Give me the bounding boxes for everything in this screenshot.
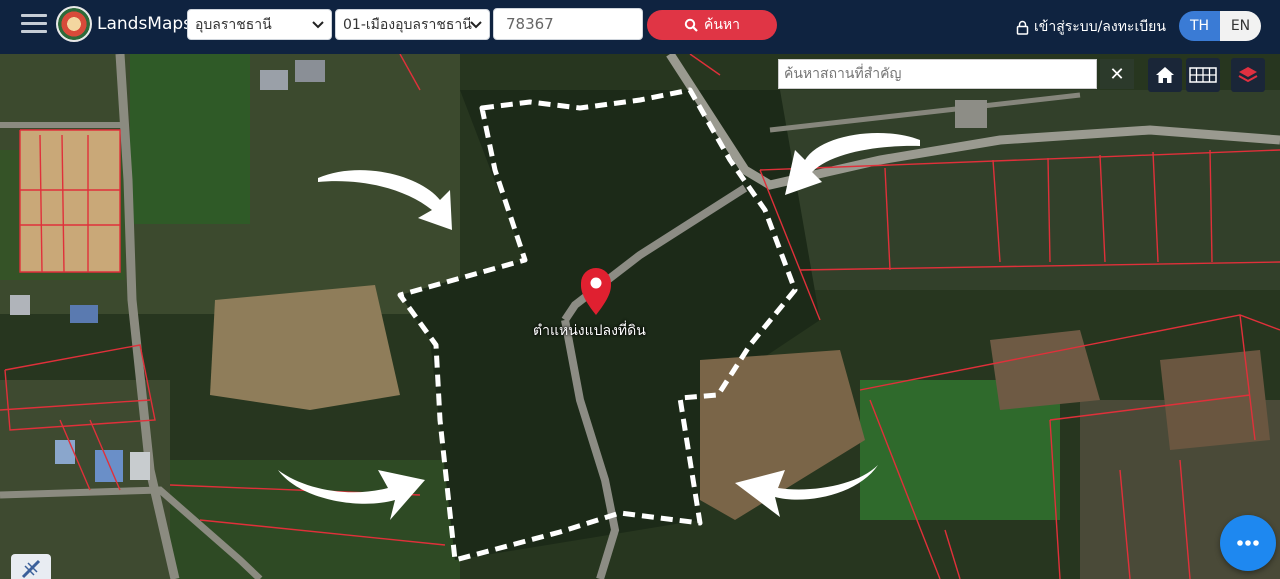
grid-button[interactable]: [1186, 58, 1220, 92]
chevron-down-icon: [312, 21, 324, 29]
chevron-down-icon: [470, 21, 482, 29]
search-button-label: ค้นหา: [703, 17, 741, 33]
language-toggle: TH EN: [1179, 11, 1261, 41]
landsmaps-logo: [56, 6, 92, 42]
menu-icon[interactable]: [21, 14, 47, 36]
search-icon: [684, 18, 698, 32]
grid-icon: [1189, 67, 1217, 83]
province-select[interactable]: อุบลราชธานี: [187, 9, 332, 40]
brand-name: LandsMaps: [97, 14, 193, 34]
district-value: 01-เมืองอุบลราชธานี: [343, 16, 472, 33]
layers-button[interactable]: [1231, 58, 1265, 92]
parcel-number-input[interactable]: [493, 8, 643, 40]
login-link[interactable]: เข้าสู่ระบบ/ลงทะเบียน: [1016, 16, 1166, 38]
satellite-map[interactable]: ตำแหน่งแปลงที่ดิน: [0, 54, 1280, 579]
search-button[interactable]: ค้นหา: [647, 10, 777, 40]
measure-tool-button[interactable]: [11, 554, 51, 579]
close-icon: ✕: [1109, 63, 1125, 85]
lang-en-button[interactable]: EN: [1220, 11, 1261, 41]
parcel-pin-label: ตำแหน่งแปลงที่ดิน: [533, 323, 646, 339]
clear-search-button[interactable]: ✕: [1100, 59, 1134, 89]
home-icon: [1156, 67, 1174, 83]
login-label: เข้าสู่ระบบ/ลงทะเบียน: [1034, 19, 1166, 35]
lock-icon: [1016, 20, 1029, 35]
district-select[interactable]: 01-เมืองอุบลราชธานี: [335, 9, 490, 40]
chat-icon: [1237, 540, 1259, 546]
place-search-input[interactable]: [778, 59, 1097, 89]
chat-button[interactable]: [1220, 515, 1276, 571]
measure-icon: [21, 559, 41, 579]
home-button[interactable]: [1148, 58, 1182, 92]
lang-th-button[interactable]: TH: [1179, 11, 1220, 41]
layers-icon: [1238, 67, 1258, 83]
province-value: อุบลราชธานี: [195, 16, 272, 33]
top-navbar: LandsMaps อุบลราชธานี 01-เมืองอุบลราชธาน…: [0, 0, 1280, 54]
map-canvas: [0, 54, 1280, 579]
